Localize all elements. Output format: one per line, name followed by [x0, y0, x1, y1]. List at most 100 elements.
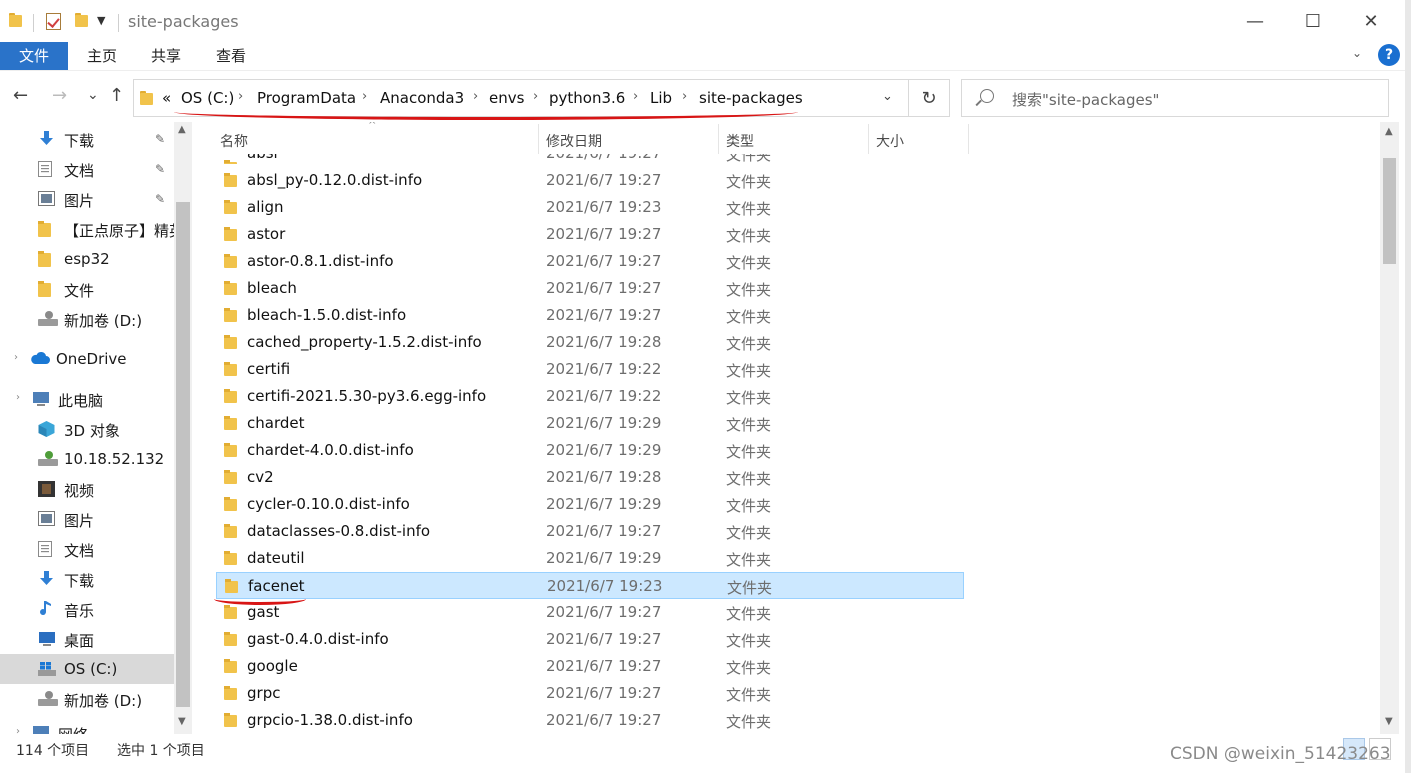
column-divider[interactable] — [968, 124, 969, 154]
file-list-scroll-thumb[interactable] — [1383, 158, 1396, 264]
new-folder-icon[interactable] — [75, 13, 88, 27]
scroll-up-icon[interactable]: ▲ — [178, 124, 186, 135]
sidebar-item[interactable]: OS (C:) — [0, 654, 174, 684]
table-row[interactable]: cycler-0.10.0.dist-info 2021/6/7 19:29 文件夹 — [216, 491, 964, 518]
annotation-underline-facenet — [214, 593, 306, 605]
expand-chevron-icon[interactable]: › — [16, 392, 20, 403]
close-button[interactable]: ✕ — [1342, 0, 1400, 42]
expand-chevron-icon[interactable]: › — [16, 726, 20, 734]
tab-share[interactable]: 共享 — [140, 42, 192, 70]
table-row[interactable]: gast-0.4.0.dist-info 2021/6/7 19:27 文件夹 — [216, 626, 964, 653]
breadcrumb-separator[interactable]: › — [682, 89, 687, 104]
table-row[interactable]: gast 2021/6/7 19:27 文件夹 — [216, 599, 964, 626]
sidebar-item[interactable]: 图片 ✎ — [0, 184, 174, 214]
folder-icon — [224, 389, 237, 403]
breadcrumb-overflow[interactable]: « — [162, 89, 171, 107]
file-date: 2021/6/7 19:27 — [546, 154, 661, 162]
breadcrumb-os-c[interactable]: OS (C:) — [181, 89, 234, 107]
minimize-button[interactable]: — — [1226, 0, 1284, 42]
column-size[interactable]: 大小 — [876, 131, 904, 151]
column-name[interactable]: 名称 — [220, 131, 248, 151]
back-button[interactable]: ← — [13, 85, 28, 106]
file-date: 2021/6/7 19:22 — [546, 360, 662, 378]
computer-icon — [32, 391, 49, 407]
forward-button[interactable]: → — [52, 85, 67, 106]
sidebar-scrollbar[interactable]: ▲ ▼ — [174, 122, 192, 734]
properties-check-icon[interactable] — [46, 13, 61, 30]
sidebar-item[interactable]: esp32 — [0, 244, 174, 274]
sidebar-item[interactable]: 文档 — [0, 534, 174, 564]
scroll-down-icon[interactable]: ▼ — [178, 716, 186, 727]
table-row[interactable]: cached_property-1.5.2.dist-info 2021/6/7 … — [216, 329, 964, 356]
tab-view[interactable]: 查看 — [205, 42, 257, 70]
table-row[interactable]: dateutil 2021/6/7 19:29 文件夹 — [216, 545, 964, 572]
file-type: 文件夹 — [726, 659, 772, 677]
scroll-down-icon[interactable]: ▼ — [1385, 716, 1393, 727]
tab-file[interactable]: 文件 — [0, 42, 68, 70]
table-row[interactable]: absl_py-0.12.0.dist-info 2021/6/7 19:27 文件… — [216, 167, 964, 194]
refresh-button[interactable]: ↻ — [909, 79, 950, 117]
table-row[interactable]: facenet 2021/6/7 19:23 文件夹 — [216, 572, 964, 599]
up-button[interactable]: ↑ — [109, 85, 124, 106]
table-row[interactable]: bleach-1.5.0.dist-info 2021/6/7 19:27 文件夹 — [216, 302, 964, 329]
sidebar-item[interactable]: 新加卷 (D:) — [0, 684, 174, 714]
sidebar-item[interactable]: 图片 — [0, 504, 174, 534]
breadcrumb-site-packages[interactable]: site-packages — [699, 89, 803, 107]
table-row[interactable]: align 2021/6/7 19:23 文件夹 — [216, 194, 964, 221]
sidebar-item[interactable]: 下载 ✎ — [0, 124, 174, 154]
table-row[interactable]: certifi-2021.5.30-py3.6.egg-info 2021/6/7… — [216, 383, 964, 410]
table-row[interactable]: certifi 2021/6/7 19:22 文件夹 — [216, 356, 964, 383]
sidebar-item[interactable]: 音乐 — [0, 594, 174, 624]
tab-home[interactable]: 主页 — [76, 42, 128, 70]
table-row[interactable]: absl 2021/6/7 19:27 文件夹 — [216, 154, 964, 164]
breadcrumb-separator[interactable]: › — [633, 89, 638, 104]
file-date: 2021/6/7 19:27 — [546, 252, 662, 270]
sidebar-item[interactable]: 新加卷 (D:) — [0, 304, 174, 334]
table-row[interactable]: chardet 2021/6/7 19:29 文件夹 — [216, 410, 964, 437]
column-divider[interactable] — [718, 124, 719, 154]
table-row[interactable]: bleach 2021/6/7 19:27 文件夹 — [216, 275, 964, 302]
sidebar-item[interactable]: 视频 — [0, 474, 174, 504]
table-row[interactable]: cv2 2021/6/7 19:28 文件夹 — [216, 464, 964, 491]
sidebar-item[interactable]: › 网络 — [0, 718, 174, 734]
breadcrumb-separator[interactable]: › — [362, 89, 367, 104]
sidebar-item[interactable]: 3D 对象 — [0, 414, 174, 444]
sidebar-item[interactable]: 文档 ✎ — [0, 154, 174, 184]
sidebar-item[interactable]: 【正点原子】精英 — [0, 214, 184, 244]
scroll-up-icon[interactable]: ▲ — [1385, 126, 1393, 137]
sidebar-scroll-thumb[interactable] — [176, 202, 190, 707]
table-row[interactable]: grpcio-1.38.0.dist-info 2021/6/7 19:27 文件夹 — [216, 707, 964, 734]
file-type: 文件夹 — [726, 497, 772, 515]
network-icon — [32, 725, 49, 734]
table-row[interactable]: google 2021/6/7 19:27 文件夹 — [216, 653, 964, 680]
table-row[interactable]: grpc 2021/6/7 19:27 文件夹 — [216, 680, 964, 707]
sidebar-item[interactable]: 桌面 — [0, 624, 174, 654]
file-date: 2021/6/7 19:29 — [546, 549, 662, 567]
maximize-button[interactable]: ☐ — [1284, 0, 1342, 42]
sidebar-item[interactable]: 文件 — [0, 274, 174, 304]
table-row[interactable]: chardet-4.0.0.dist-info 2021/6/7 19:29 文件夹 — [216, 437, 964, 464]
sidebar-item[interactable]: › OneDrive — [0, 344, 174, 374]
column-divider[interactable] — [868, 124, 869, 154]
recent-locations-button[interactable]: ⌄ — [87, 87, 99, 103]
column-divider[interactable] — [538, 124, 539, 154]
expand-chevron-icon[interactable]: › — [14, 352, 18, 363]
help-button[interactable]: ? — [1378, 44, 1400, 66]
breadcrumb-separator[interactable]: › — [238, 89, 243, 104]
sidebar-item[interactable]: 10.18.52.132 — [0, 444, 174, 474]
expand-ribbon-icon[interactable]: ⌄ — [1352, 46, 1362, 60]
column-type[interactable]: 类型 — [726, 131, 754, 151]
column-date[interactable]: 修改日期 — [546, 131, 602, 151]
breadcrumb-separator[interactable]: › — [473, 89, 478, 104]
sidebar-item[interactable]: › 此电脑 — [0, 384, 174, 414]
quick-access-dropdown[interactable]: ▼ — [97, 14, 105, 27]
search-box[interactable]: 搜索"site-packages" — [961, 79, 1389, 117]
breadcrumb-separator[interactable]: › — [533, 89, 538, 104]
table-row[interactable]: astor 2021/6/7 19:27 文件夹 — [216, 221, 964, 248]
table-row[interactable]: dataclasses-0.8.dist-info 2021/6/7 19:27 文… — [216, 518, 964, 545]
file-list-scrollbar[interactable]: ▲ ▼ — [1380, 122, 1399, 734]
table-row[interactable]: astor-0.8.1.dist-info 2021/6/7 19:27 文件夹 — [216, 248, 964, 275]
folder-icon — [224, 713, 237, 727]
sidebar-item[interactable]: 下载 — [0, 564, 174, 594]
address-history-dropdown[interactable]: ⌄ — [882, 89, 893, 104]
